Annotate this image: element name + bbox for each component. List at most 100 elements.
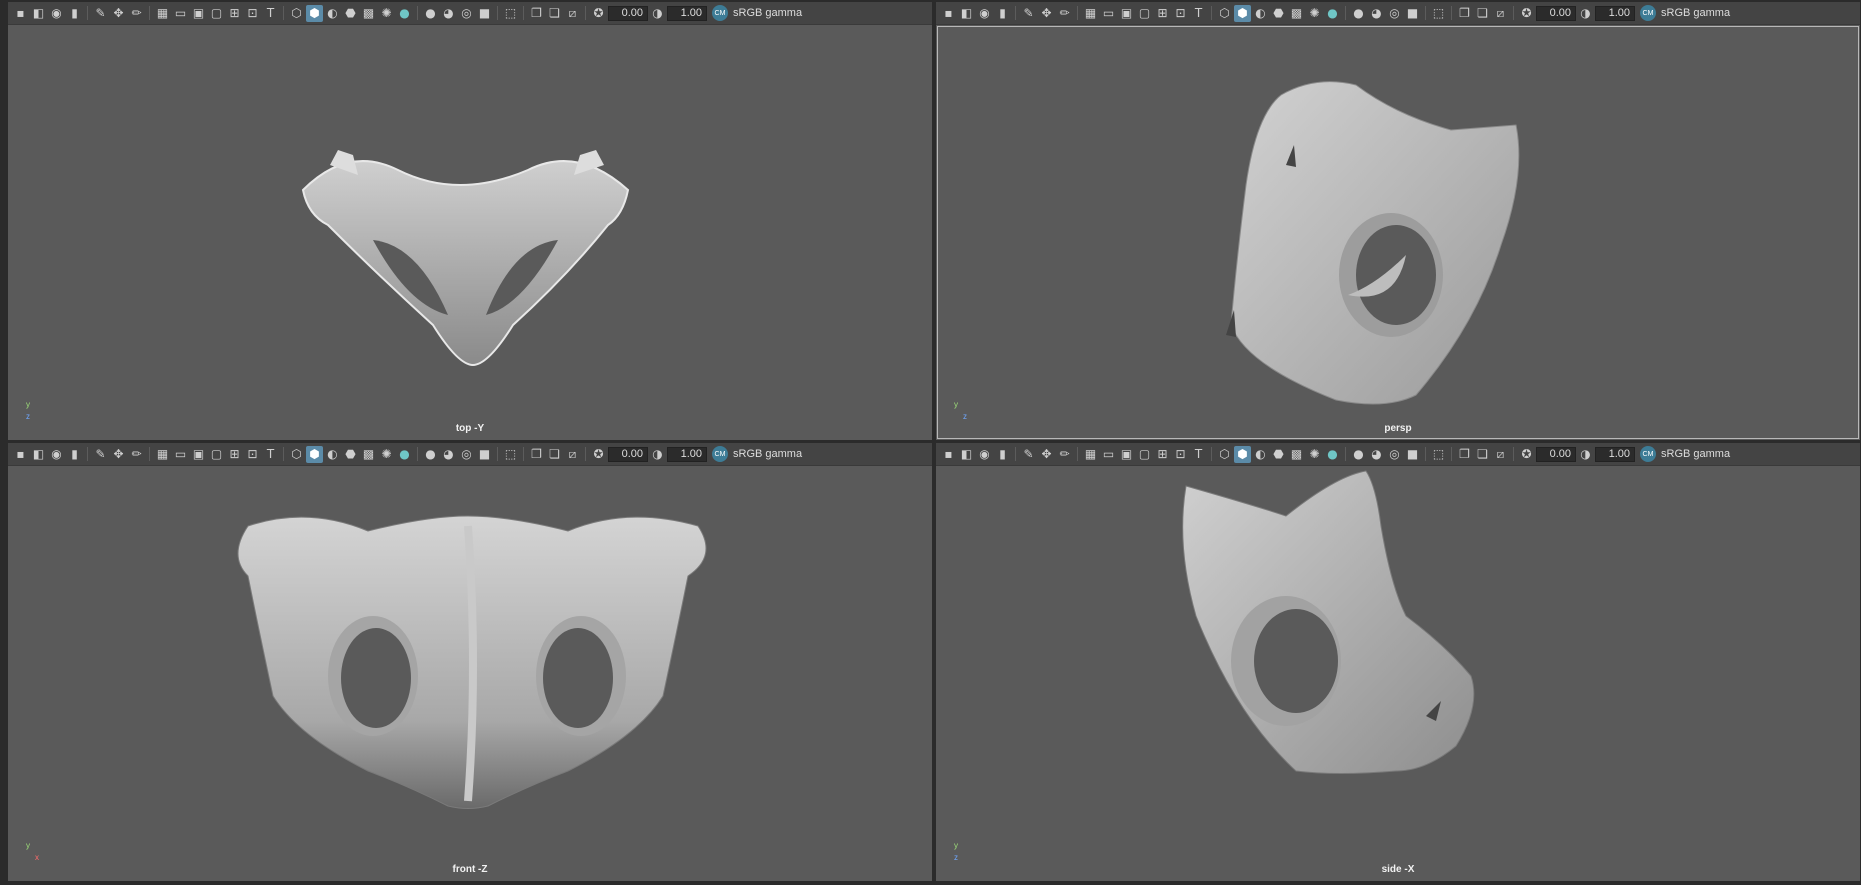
wireframe-icon[interactable]: ⬡ — [1216, 446, 1233, 463]
field-chart-icon[interactable]: ⊞ — [1154, 446, 1171, 463]
screen-space-ao-icon[interactable]: ● — [422, 446, 439, 463]
anti-alias-icon[interactable]: ◎ — [458, 446, 475, 463]
light-icon[interactable]: ✺ — [378, 446, 395, 463]
gamma-input[interactable] — [1595, 5, 1635, 21]
xray-icon[interactable]: ❐ — [1456, 5, 1473, 22]
film-gate-icon[interactable]: ▭ — [1100, 5, 1117, 22]
gamma-icon[interactable]: ◑ — [649, 5, 666, 22]
select-camera-icon[interactable]: ◧ — [30, 446, 47, 463]
gate-mask-icon[interactable]: ▢ — [208, 446, 225, 463]
color-space-label[interactable]: sRGB gamma — [1661, 7, 1730, 19]
motion-blur-icon[interactable]: ◕ — [1368, 5, 1385, 22]
light-icon[interactable]: ✺ — [378, 5, 395, 22]
depth-of-field-icon[interactable]: ■ — [1404, 446, 1421, 463]
exposure-input[interactable] — [608, 446, 648, 462]
grease-pencil-icon[interactable]: ✏ — [1056, 5, 1073, 22]
camera-attributes-icon[interactable]: ◉ — [48, 446, 65, 463]
image-plane-icon[interactable]: ✎ — [1020, 5, 1037, 22]
exposure-input[interactable] — [1536, 5, 1576, 21]
viewport-canvas[interactable]: y z persp — [936, 25, 1860, 440]
safe-action-icon[interactable]: ⊡ — [1172, 446, 1189, 463]
camera-attributes-icon[interactable]: ◉ — [48, 5, 65, 22]
film-gate-icon[interactable]: ▭ — [172, 446, 189, 463]
exposure-icon[interactable]: ✪ — [1518, 5, 1535, 22]
grid-icon[interactable]: ▦ — [154, 5, 171, 22]
field-chart-icon[interactable]: ⊞ — [1154, 5, 1171, 22]
safe-action-icon[interactable]: ⊡ — [1172, 5, 1189, 22]
camera-icon[interactable]: ▪ — [940, 446, 957, 463]
exposure-input[interactable] — [1536, 446, 1576, 462]
image-plane-icon[interactable]: ✎ — [92, 5, 109, 22]
safe-title-icon[interactable]: T — [1190, 446, 1207, 463]
shadows-icon[interactable]: ● — [396, 446, 413, 463]
color-management-icon[interactable]: CM — [712, 446, 728, 462]
xray-icon[interactable]: ❐ — [1456, 446, 1473, 463]
field-chart-icon[interactable]: ⊞ — [226, 5, 243, 22]
checker-icon[interactable]: ▩ — [360, 446, 377, 463]
gate-mask-icon[interactable]: ▢ — [208, 5, 225, 22]
gate-mask-icon[interactable]: ▢ — [1136, 446, 1153, 463]
bookmark-icon[interactable]: ▮ — [66, 446, 83, 463]
xray-active-icon[interactable]: ⧄ — [1492, 5, 1509, 22]
grease-pencil-icon[interactable]: ✏ — [128, 446, 145, 463]
xray-active-icon[interactable]: ⧄ — [564, 446, 581, 463]
viewport-canvas[interactable]: y x front -Z — [8, 466, 932, 881]
bookmark-icon[interactable]: ▮ — [994, 446, 1011, 463]
motion-blur-icon[interactable]: ◕ — [440, 5, 457, 22]
color-management-icon[interactable]: CM — [1640, 5, 1656, 21]
xray-joints-icon[interactable]: ❏ — [1474, 446, 1491, 463]
two-d-pan-icon[interactable]: ✥ — [1038, 5, 1055, 22]
isolate-icon[interactable]: ⬚ — [502, 446, 519, 463]
safe-action-icon[interactable]: ⊡ — [244, 5, 261, 22]
grid-icon[interactable]: ▦ — [154, 446, 171, 463]
shade-wireframe-icon[interactable]: ◐ — [324, 446, 341, 463]
checker-icon[interactable]: ▩ — [1288, 446, 1305, 463]
select-camera-icon[interactable]: ◧ — [958, 5, 975, 22]
exposure-icon[interactable]: ✪ — [1518, 446, 1535, 463]
select-camera-icon[interactable]: ◧ — [958, 446, 975, 463]
isolate-icon[interactable]: ⬚ — [1430, 446, 1447, 463]
anti-alias-icon[interactable]: ◎ — [458, 5, 475, 22]
image-plane-icon[interactable]: ✎ — [1020, 446, 1037, 463]
textured-icon[interactable]: ⬣ — [1270, 5, 1287, 22]
textured-icon[interactable]: ⬣ — [1270, 446, 1287, 463]
viewport-canvas[interactable]: y z side -X — [936, 466, 1860, 881]
smooth-shade-icon[interactable]: ⬢ — [1234, 445, 1251, 463]
checker-icon[interactable]: ▩ — [1288, 5, 1305, 22]
shadows-icon[interactable]: ● — [1324, 5, 1341, 22]
motion-blur-icon[interactable]: ◕ — [440, 446, 457, 463]
shade-wireframe-icon[interactable]: ◐ — [1252, 5, 1269, 22]
film-gate-icon[interactable]: ▭ — [172, 5, 189, 22]
smooth-shade-icon[interactable]: ⬢ — [306, 4, 323, 22]
image-plane-icon[interactable]: ✎ — [92, 446, 109, 463]
shade-wireframe-icon[interactable]: ◐ — [1252, 446, 1269, 463]
gate-mask-icon[interactable]: ▢ — [1136, 5, 1153, 22]
exposure-icon[interactable]: ✪ — [590, 446, 607, 463]
textured-icon[interactable]: ⬣ — [342, 5, 359, 22]
safe-title-icon[interactable]: T — [1190, 5, 1207, 22]
shadows-icon[interactable]: ● — [396, 5, 413, 22]
two-d-pan-icon[interactable]: ✥ — [110, 5, 127, 22]
shadows-icon[interactable]: ● — [1324, 446, 1341, 463]
two-d-pan-icon[interactable]: ✥ — [110, 446, 127, 463]
resolution-gate-icon[interactable]: ▣ — [1118, 446, 1135, 463]
xray-icon[interactable]: ❐ — [528, 446, 545, 463]
screen-space-ao-icon[interactable]: ● — [422, 5, 439, 22]
textured-icon[interactable]: ⬣ — [342, 446, 359, 463]
xray-active-icon[interactable]: ⧄ — [1492, 446, 1509, 463]
two-d-pan-icon[interactable]: ✥ — [1038, 446, 1055, 463]
gamma-icon[interactable]: ◑ — [1577, 446, 1594, 463]
xray-joints-icon[interactable]: ❏ — [546, 446, 563, 463]
xray-icon[interactable]: ❐ — [528, 5, 545, 22]
motion-blur-icon[interactable]: ◕ — [1368, 446, 1385, 463]
anti-alias-icon[interactable]: ◎ — [1386, 5, 1403, 22]
exposure-icon[interactable]: ✪ — [590, 5, 607, 22]
gamma-input[interactable] — [667, 446, 707, 462]
wireframe-icon[interactable]: ⬡ — [288, 446, 305, 463]
light-icon[interactable]: ✺ — [1306, 5, 1323, 22]
resolution-gate-icon[interactable]: ▣ — [190, 5, 207, 22]
checker-icon[interactable]: ▩ — [360, 5, 377, 22]
camera-icon[interactable]: ▪ — [12, 5, 29, 22]
bookmark-icon[interactable]: ▮ — [66, 5, 83, 22]
camera-icon[interactable]: ▪ — [12, 446, 29, 463]
